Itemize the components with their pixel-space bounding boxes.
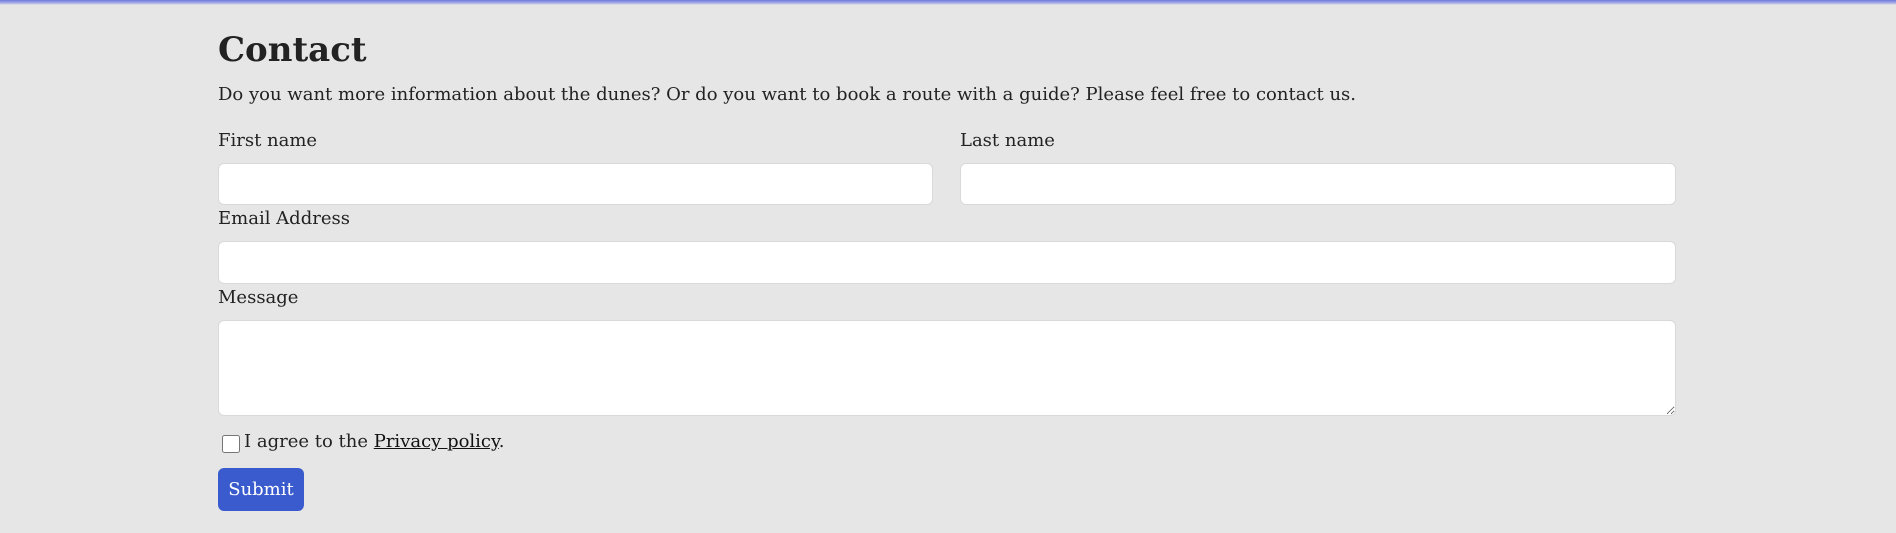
agree-prefix: I agree to the bbox=[244, 431, 374, 452]
privacy-agree-label: I agree to the Privacy policy. bbox=[244, 430, 505, 454]
agree-suffix: . bbox=[498, 431, 505, 452]
email-input[interactable] bbox=[218, 241, 1676, 284]
message-textarea[interactable] bbox=[218, 320, 1676, 416]
privacy-agree-checkbox[interactable] bbox=[222, 435, 240, 453]
last-name-label: Last name bbox=[960, 130, 1055, 151]
page-title: Contact bbox=[218, 30, 367, 70]
email-label: Email Address bbox=[218, 208, 350, 229]
last-name-input[interactable] bbox=[960, 163, 1676, 205]
submit-button[interactable]: Submit bbox=[218, 468, 304, 511]
message-label: Message bbox=[218, 287, 299, 308]
top-accent-bar bbox=[0, 0, 1896, 5]
intro-text: Do you want more information about the d… bbox=[218, 84, 1357, 105]
first-name-label: First name bbox=[218, 130, 318, 151]
first-name-input[interactable] bbox=[218, 163, 933, 205]
privacy-policy-link[interactable]: Privacy policy bbox=[374, 431, 499, 452]
